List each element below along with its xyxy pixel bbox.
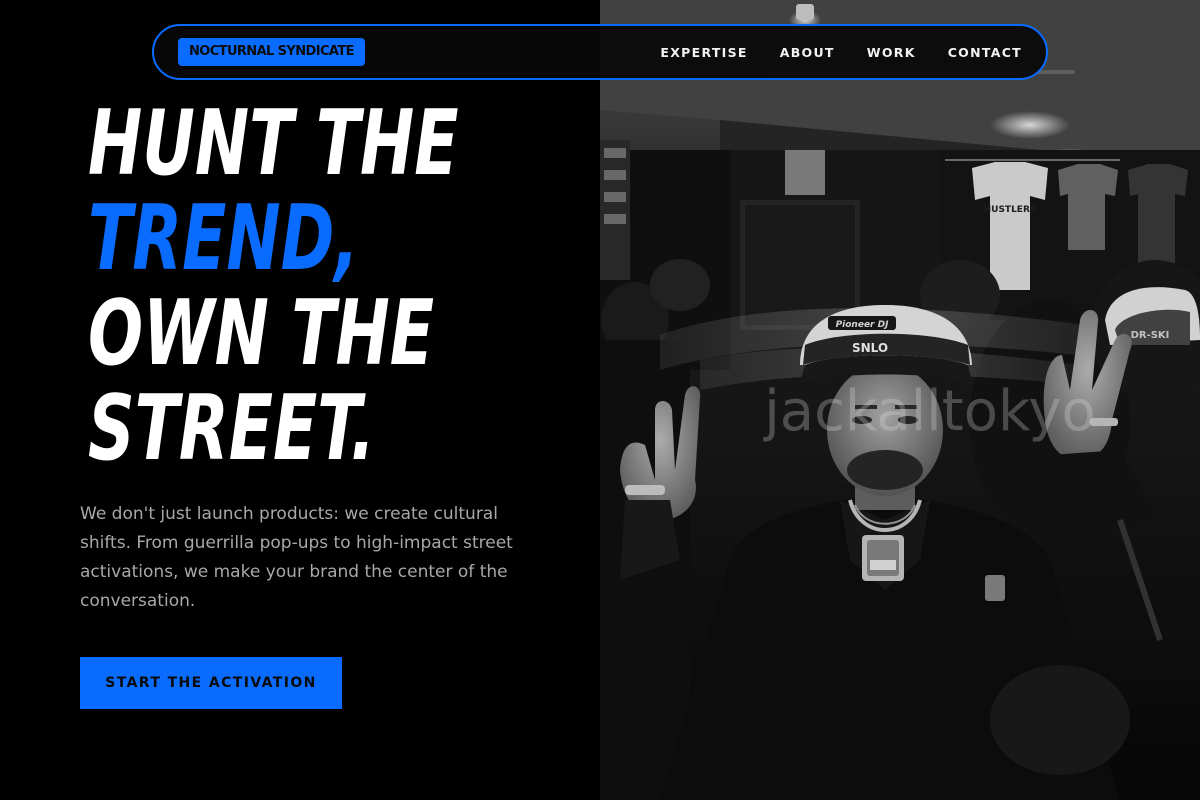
hero-description: We don't just launch products: we create… [80,504,513,611]
hero-photo: HUSTLERS DR-SKI Pioneer DJ SNLO jackallt… [600,0,1200,800]
nav-link-expertise[interactable]: EXPERTISE [660,45,747,60]
headline-line-2-accent: TREND, [88,186,360,291]
hero-section: HUNT THE TREND, OWN THE STREET. We don't… [0,0,600,800]
hero-headline: HUNT THE TREND, OWN THE STREET. [88,96,459,476]
headline-line-4: STREET. [88,376,376,481]
top-navbar: NOCTURNAL SYNDICATE EXPERTISE ABOUT WORK… [152,24,1048,80]
nav-links: EXPERTISE ABOUT WORK CONTACT [660,26,1022,78]
headline-line-1: HUNT THE [88,91,459,196]
nav-link-about[interactable]: ABOUT [780,45,835,60]
nav-link-work[interactable]: WORK [867,45,916,60]
page: HUSTLERS DR-SKI Pioneer DJ SNLO jackallt… [0,0,1200,800]
nav-link-contact[interactable]: CONTACT [948,45,1022,60]
brand-logo[interactable]: NOCTURNAL SYNDICATE [178,38,365,66]
headline-line-3: OWN THE [88,281,435,386]
club-photo-image: HUSTLERS DR-SKI Pioneer DJ SNLO jackallt… [600,0,1200,800]
start-activation-button[interactable]: START THE ACTIVATION [80,657,342,709]
